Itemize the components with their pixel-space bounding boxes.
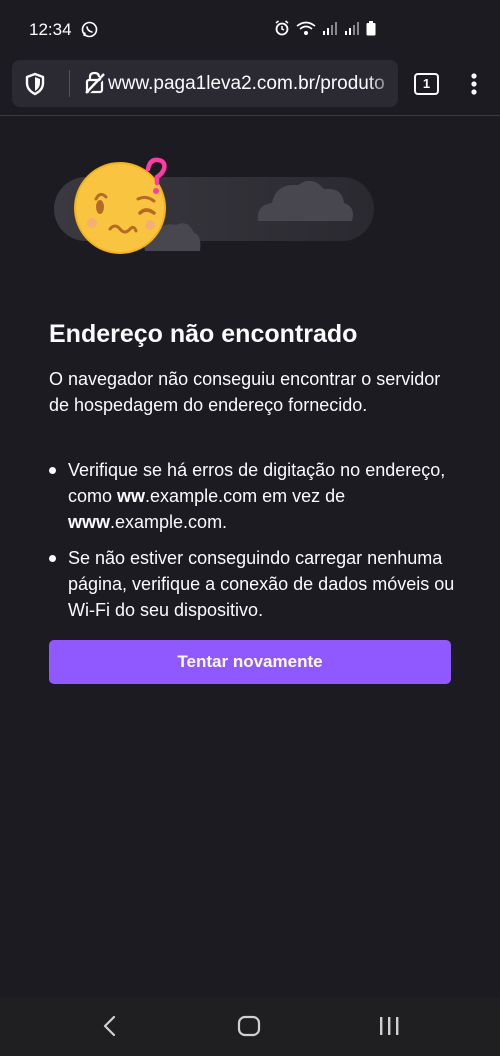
status-time: 12:34	[29, 20, 72, 39]
url-bar[interactable]: www.paga1leva2.com.br/produto	[12, 60, 398, 107]
menu-icon[interactable]	[470, 72, 478, 101]
url-divider	[69, 70, 70, 97]
signal-icon	[322, 21, 338, 35]
error-description: O navegador não conseguiu encontrar o se…	[49, 369, 441, 415]
alarm-icon	[274, 20, 290, 36]
wifi-icon	[296, 21, 316, 36]
error-title: Endereço não encontrado	[49, 320, 358, 348]
error-illustration	[50, 155, 380, 265]
tips-list: Verifique se há erros de digitação no en…	[49, 457, 459, 633]
insecure-connection-icon[interactable]	[84, 71, 106, 100]
tip-item: Verifique se há erros de digitação no en…	[49, 457, 459, 535]
recents-icon[interactable]	[377, 1016, 401, 1041]
shield-icon[interactable]	[24, 72, 46, 101]
home-icon[interactable]	[237, 1015, 261, 1042]
tip-bold-text: ww	[117, 486, 146, 506]
status-icons	[274, 20, 376, 36]
tip-text: Se não estiver conseguindo carregar nenh…	[68, 548, 455, 620]
browser-toolbar: www.paga1leva2.com.br/produto 1	[0, 60, 500, 116]
signal-icon	[344, 21, 360, 35]
tip-bold-text: www	[68, 512, 111, 532]
tip-text: .example.com em vez de	[145, 486, 346, 506]
back-icon[interactable]	[100, 1015, 120, 1042]
status-bar: 12:34	[0, 0, 500, 60]
tip-text: .example.com.	[110, 512, 228, 532]
url-fade	[368, 60, 398, 107]
bullet-icon	[49, 555, 56, 562]
confused-emoji-icon	[74, 162, 166, 254]
retry-button[interactable]: Tentar novamente	[49, 640, 451, 684]
bullet-icon	[49, 467, 56, 474]
whatsapp-icon	[81, 21, 98, 43]
tab-counter-button[interactable]: 1	[414, 73, 439, 95]
url-text[interactable]: www.paga1leva2.com.br/produto	[108, 73, 396, 95]
navigation-bar	[0, 997, 500, 1056]
battery-icon	[366, 20, 376, 36]
browser-screen: 12:34 www.paga1leva2.com.br/produto 1 En…	[0, 0, 500, 1056]
tip-item: Se não estiver conseguindo carregar nenh…	[49, 545, 459, 623]
